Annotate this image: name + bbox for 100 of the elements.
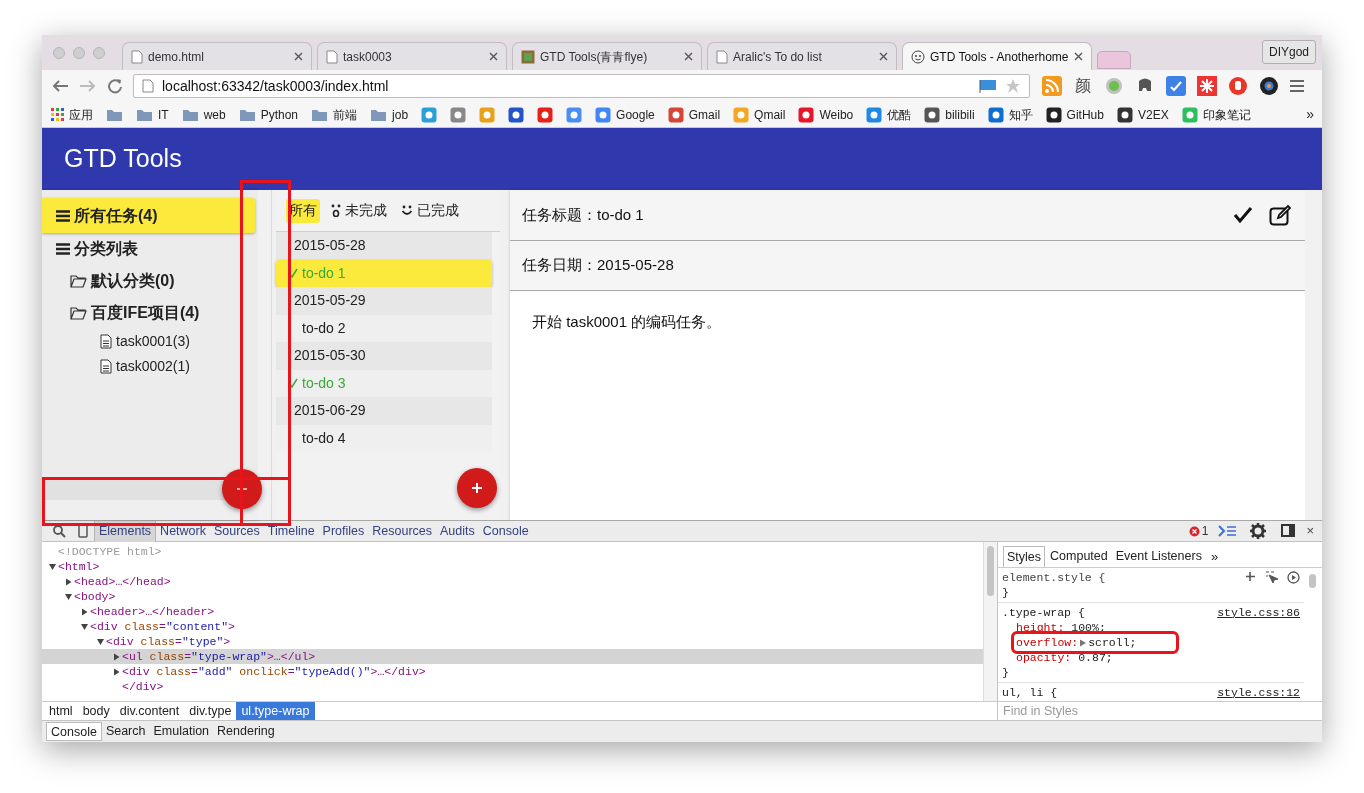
dom-tree-row[interactable]: <html> [42, 559, 983, 574]
dom-tree-row[interactable]: <div class="content"> [42, 619, 983, 634]
settings-icon[interactable] [1250, 523, 1267, 539]
close-icon[interactable] [489, 52, 498, 61]
profile-button[interactable]: DIYgod [1261, 40, 1316, 64]
category-item[interactable]: 分类列表 [42, 233, 258, 265]
device-icon[interactable] [78, 524, 88, 538]
category-item[interactable]: 百度IFE项目(4) [42, 297, 258, 329]
back-icon[interactable] [51, 78, 69, 94]
drawer-tab[interactable]: Emulation [149, 722, 214, 741]
styles-tab[interactable]: Event Listeners [1112, 546, 1205, 567]
close-icon[interactable] [1074, 52, 1083, 61]
source-link[interactable]: style.css:86 [1217, 603, 1300, 622]
bookmark-item[interactable]: web [181, 104, 226, 125]
filter-tab[interactable]: 已完成 [398, 198, 462, 223]
devtools-tab[interactable]: Timeline [263, 520, 319, 542]
browser-tab[interactable]: Aralic's To do list [707, 42, 897, 70]
bookmark-item[interactable]: 前端 [311, 104, 358, 125]
dom-tree-row[interactable]: <ul class="type-wrap">…</ul> [42, 649, 983, 664]
bookmark-item[interactable]: IT [136, 104, 169, 125]
close-icon[interactable] [684, 52, 693, 61]
devtools-tab[interactable]: Resources [368, 520, 437, 542]
dom-tree-row[interactable]: <div class="type"> [42, 634, 983, 649]
styles-tab[interactable]: Computed [1047, 546, 1111, 567]
css-property: height: 100%; [1016, 619, 1106, 636]
breadcrumb-item[interactable]: ul.type-wrap [236, 702, 315, 720]
category-item[interactable]: task0001(3) [42, 329, 258, 354]
star-icon[interactable] [1005, 78, 1021, 94]
bookmark-item[interactable]: bilibili [924, 104, 975, 125]
devtools-tab[interactable]: Profiles [318, 520, 369, 542]
more-tabs-button[interactable]: » [1206, 546, 1223, 567]
devtools-tab[interactable]: Console [478, 520, 533, 542]
dom-tree-row[interactable]: </div> [42, 679, 983, 694]
drawer-tab[interactable]: Rendering [213, 722, 279, 741]
dom-tree-row[interactable]: <head>…</head> [42, 574, 983, 589]
devtools-tab[interactable]: Network [156, 520, 210, 542]
edit-icon[interactable] [1269, 204, 1293, 226]
bookmark-item[interactable]: V2EX [1116, 104, 1169, 125]
bookmark-item[interactable]: 印象笔记 [1181, 104, 1251, 125]
close-icon[interactable] [294, 52, 303, 61]
drawer-tab[interactable]: Console [46, 722, 102, 741]
scrollbar-thumb[interactable] [987, 546, 994, 596]
devtools-tab[interactable]: Elements [94, 520, 157, 542]
expand-triangle-icon[interactable] [64, 577, 74, 586]
checkmark-icon[interactable] [1233, 206, 1253, 224]
bookmark-item[interactable]: GitHub [1045, 104, 1104, 125]
dom-tree-row[interactable]: <div class="add" onclick="typeAdd()">…</div> [42, 664, 983, 679]
bookmark-item[interactable]: job [370, 104, 409, 125]
asterisk-icon[interactable] [1197, 76, 1217, 96]
devtools-tab[interactable]: Sources [209, 520, 264, 542]
category-item[interactable]: 所有任务(4) [42, 198, 255, 233]
expand-triangle-icon[interactable] [80, 607, 90, 616]
menu-icon[interactable] [1289, 79, 1305, 93]
add-rule-icon[interactable] [1245, 571, 1257, 583]
browser-tab[interactable]: demo.html [122, 42, 312, 70]
bookmark-item[interactable]: Gmail [667, 104, 721, 125]
source-link[interactable]: style.css:12 [1217, 683, 1300, 701]
dock-icon[interactable] [1281, 524, 1298, 538]
search-icon[interactable] [52, 524, 66, 538]
play-circle-icon[interactable] [1287, 571, 1300, 584]
close-button[interactable]: × [1306, 521, 1314, 541]
browser-tab[interactable]: task0003 [317, 42, 507, 70]
collapse-triangle-icon[interactable] [64, 592, 74, 601]
address-field[interactable]: localhost:63342/task0003/index.html [133, 74, 1030, 98]
select-element-icon[interactable] [1265, 571, 1279, 583]
dom-tree-row[interactable]: <body> [42, 589, 983, 604]
collapse-triangle-icon[interactable] [48, 562, 58, 571]
styles-tab[interactable]: Styles [1003, 546, 1046, 567]
bookmark-item[interactable]: 知乎 [987, 104, 1033, 125]
lens-icon[interactable] [1259, 76, 1279, 96]
scrollbar-thumb[interactable] [1309, 574, 1316, 588]
console-drawer-icon[interactable] [1218, 525, 1237, 537]
checkmark-icon[interactable] [1166, 76, 1186, 96]
category-item[interactable]: 默认分类(0) [42, 265, 258, 297]
bookmark-item[interactable]: Python [238, 104, 299, 125]
breadcrumb-item[interactable]: div.content [114, 702, 185, 720]
filter-tab[interactable]: 未完成 [328, 198, 390, 223]
browser-tab[interactable]: GTD Tools(青青flye) [512, 42, 702, 70]
bookmark-item[interactable]: 应用 [51, 104, 93, 125]
extension-button[interactable]: 颜 [1073, 74, 1093, 98]
breadcrumb-item[interactable]: body [77, 702, 115, 720]
devtools-tab[interactable]: Audits [436, 520, 479, 542]
bookmark-item[interactable]: Qmail [733, 104, 786, 125]
error-counter[interactable]: 1 [1188, 522, 1209, 540]
browser-tab[interactable]: GTD Tools - Anotherhome [902, 42, 1092, 70]
dom-tree-row[interactable]: <header>…</header> [42, 604, 983, 619]
drawer-tab[interactable]: Search [101, 722, 150, 741]
stop-hand-icon[interactable] [1228, 76, 1248, 96]
filter-styles-field[interactable]: Find in Styles [998, 702, 1322, 720]
reload-icon[interactable] [107, 78, 123, 94]
close-icon[interactable] [879, 52, 888, 61]
breadcrumb-item[interactable]: div.type [184, 702, 237, 720]
bookmark-item[interactable]: 优酷 [866, 104, 912, 125]
bookmark-item[interactable]: Weibo [798, 104, 854, 125]
category-item[interactable]: task0002(1) [42, 354, 258, 379]
code-text: <!DOCTYPE html> [58, 543, 162, 560]
more-bookmarks-button[interactable]: » [1306, 104, 1314, 125]
breadcrumb-item[interactable]: html [44, 702, 78, 720]
add-task-button[interactable] [457, 468, 497, 508]
bookmark-item[interactable]: Google [595, 104, 655, 125]
